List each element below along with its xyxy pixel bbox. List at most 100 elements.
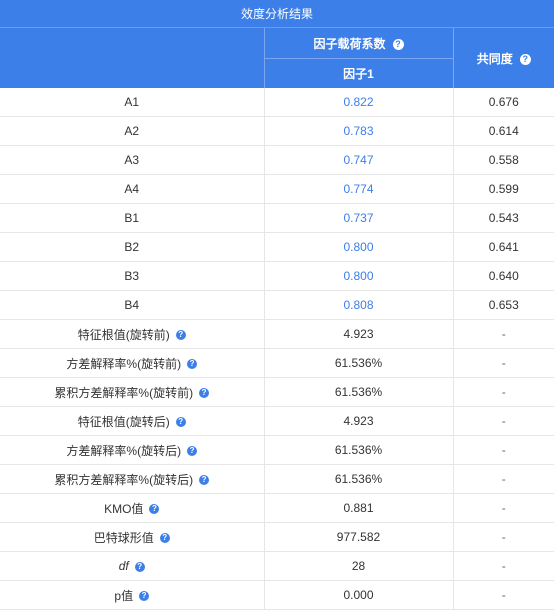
row-label: B4: [0, 290, 264, 320]
commonality-value: -: [452, 580, 554, 610]
row-label: A3: [0, 145, 264, 175]
loading-value: 0.747: [263, 145, 453, 175]
commonality-value: 0.640: [452, 261, 554, 291]
table-row: B1 0.737 0.543: [0, 203, 554, 233]
commonality-value: -: [452, 435, 554, 465]
stat-label: 累积方差解释率%(旋转前): [54, 385, 194, 400]
stat-row: 方差解释率%(旋转后)? 61.536% -: [0, 435, 554, 465]
row-label: A1: [0, 88, 264, 117]
header-commonality-label: 共同度: [476, 51, 513, 66]
stat-value: 0.881: [263, 493, 453, 523]
help-icon[interactable]: ?: [134, 561, 145, 572]
commonality-value: -: [452, 377, 554, 407]
table-row: A2 0.783 0.614: [0, 116, 554, 146]
commonality-value: 0.653: [452, 290, 554, 320]
commonality-value: -: [452, 551, 554, 581]
stat-value: 4.923: [263, 406, 453, 436]
help-icon[interactable]: ?: [139, 591, 150, 602]
stat-row: KMO值? 0.881 -: [0, 493, 554, 523]
help-icon[interactable]: ?: [175, 417, 186, 428]
stat-label: 巴特球形值: [93, 530, 154, 545]
help-icon[interactable]: ?: [149, 504, 160, 515]
stat-row: 特征根值(旋转前)? 4.923 -: [0, 319, 554, 349]
stat-value: 0.000: [263, 580, 453, 610]
row-label: B1: [0, 203, 264, 233]
loading-value: 0.774: [263, 174, 453, 204]
stat-value: 61.536%: [263, 377, 453, 407]
stat-label-cell: 特征根值(旋转后)?: [0, 406, 264, 436]
stat-label: 特征根值(旋转前): [77, 327, 170, 342]
commonality-value: 0.641: [452, 232, 554, 262]
stat-row: p值? 0.000 -: [0, 580, 554, 610]
stat-label: 特征根值(旋转后): [77, 414, 170, 429]
table-title: 效度分析结果: [0, 0, 554, 28]
commonality-value: -: [452, 493, 554, 523]
table-row: A3 0.747 0.558: [0, 145, 554, 175]
commonality-value: -: [452, 348, 554, 378]
stat-label-cell: 方差解释率%(旋转前)?: [0, 348, 264, 378]
stat-row: 累积方差解释率%(旋转前)? 61.536% -: [0, 377, 554, 407]
table-row: B4 0.808 0.653: [0, 290, 554, 320]
loading-value: 0.783: [263, 116, 453, 146]
stat-label-cell: 巴特球形值?: [0, 522, 264, 552]
stat-label-cell: 累积方差解释率%(旋转前)?: [0, 377, 264, 407]
stat-label: p值: [114, 588, 134, 603]
stat-value: 4.923: [263, 319, 453, 349]
table-row: A4 0.774 0.599: [0, 174, 554, 204]
header-factor-loading: 因子载荷系数?: [263, 27, 453, 59]
commonality-value: 0.676: [452, 88, 554, 117]
help-icon[interactable]: ?: [159, 533, 170, 544]
stat-row: 特征根值(旋转后)? 4.923 -: [0, 406, 554, 436]
help-icon[interactable]: ?: [187, 359, 198, 370]
row-label: A4: [0, 174, 264, 204]
commonality-value: -: [452, 406, 554, 436]
commonality-value: 0.599: [452, 174, 554, 204]
help-icon[interactable]: ?: [187, 446, 198, 457]
stat-label-cell: df?: [0, 551, 264, 581]
header-factor1: 因子1: [263, 58, 453, 88]
row-label: B3: [0, 261, 264, 291]
help-icon[interactable]: ?: [175, 330, 186, 341]
loading-value: 0.822: [263, 88, 453, 117]
table-row: A1 0.822 0.676: [0, 88, 554, 117]
stat-row: 方差解释率%(旋转前)? 61.536% -: [0, 348, 554, 378]
commonality-value: 0.558: [452, 145, 554, 175]
stat-label-cell: 特征根值(旋转前)?: [0, 319, 264, 349]
stat-label-cell: 累积方差解释率%(旋转后)?: [0, 464, 264, 494]
header-blank-cell: [0, 27, 264, 88]
commonality-value: -: [452, 522, 554, 552]
row-label: A2: [0, 116, 264, 146]
loading-value: 0.808: [263, 290, 453, 320]
stat-value: 28: [263, 551, 453, 581]
stat-label: df: [118, 559, 129, 573]
loading-value: 0.800: [263, 232, 453, 262]
validity-analysis-table: 效度分析结果 因子载荷系数? 共同度? 因子1 A1 0.822 0.676 A…: [0, 0, 554, 610]
commonality-value: 0.614: [452, 116, 554, 146]
stat-label-cell: 方差解释率%(旋转后)?: [0, 435, 264, 465]
stat-value: 977.582: [263, 522, 453, 552]
stat-row: 累积方差解释率%(旋转后)? 61.536% -: [0, 464, 554, 494]
loading-value: 0.737: [263, 203, 453, 233]
stat-label-cell: p值?: [0, 580, 264, 610]
help-icon[interactable]: ?: [392, 38, 404, 50]
stat-row: df? 28 -: [0, 551, 554, 581]
stat-label: 方差解释率%(旋转后): [66, 443, 182, 458]
loading-value: 0.800: [263, 261, 453, 291]
stat-label: 累积方差解释率%(旋转后): [54, 472, 194, 487]
stat-value: 61.536%: [263, 464, 453, 494]
help-icon[interactable]: ?: [519, 53, 531, 65]
stat-value: 61.536%: [263, 348, 453, 378]
help-icon[interactable]: ?: [199, 475, 210, 486]
table-row: B3 0.800 0.640: [0, 261, 554, 291]
commonality-value: -: [452, 464, 554, 494]
header-commonality: 共同度?: [452, 27, 554, 88]
help-icon[interactable]: ?: [199, 388, 210, 399]
header-factor-loading-label: 因子载荷系数: [313, 36, 386, 51]
stat-row: 巴特球形值? 977.582 -: [0, 522, 554, 552]
stat-label: KMO值: [104, 501, 144, 516]
stat-value: 61.536%: [263, 435, 453, 465]
commonality-value: -: [452, 319, 554, 349]
stat-label: 方差解释率%(旋转前): [66, 356, 182, 371]
table-row: B2 0.800 0.641: [0, 232, 554, 262]
stat-label-cell: KMO值?: [0, 493, 264, 523]
